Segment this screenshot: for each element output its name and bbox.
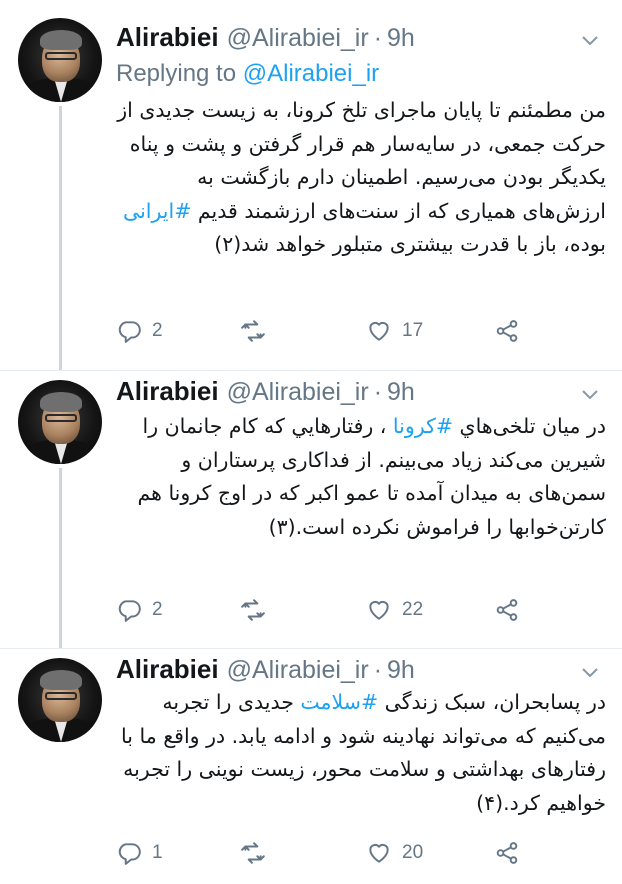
tweet-text-part: در میان تلخی‌هاي bbox=[453, 414, 606, 438]
avatar[interactable] bbox=[18, 18, 102, 102]
chevron-down-icon[interactable] bbox=[582, 36, 598, 46]
chevron-down-icon[interactable] bbox=[582, 390, 598, 400]
tweet[interactable]: Alirabiei @Alirabiei_ir · 9h در پسابحران… bbox=[0, 648, 622, 884]
thread-line bbox=[59, 106, 62, 370]
reply-button[interactable]: 1 bbox=[116, 838, 163, 868]
like-button[interactable]: 20 bbox=[366, 838, 423, 868]
like-button[interactable]: 17 bbox=[366, 316, 423, 346]
tweet-header: Alirabiei @Alirabiei_ir · 9h bbox=[116, 654, 415, 690]
share-button[interactable] bbox=[494, 316, 520, 346]
tweet-header: Alirabiei @Alirabiei_ir · 9h bbox=[116, 376, 415, 412]
share-icon bbox=[496, 599, 518, 621]
chevron-down-icon[interactable] bbox=[582, 668, 598, 678]
replying-to: Replying to @Alirabiei_ir bbox=[116, 60, 379, 88]
reply-icon bbox=[118, 600, 141, 622]
separator: · bbox=[373, 378, 383, 406]
replying-prefix: Replying to bbox=[116, 60, 243, 87]
tweet-text-part: من مطمئنم تا پایان ماجرای تلخ کرونا، به … bbox=[117, 98, 606, 223]
tweet-text: من مطمئنم تا پایان ماجرای تلخ کرونا، به … bbox=[112, 94, 606, 262]
like-count: 22 bbox=[402, 599, 424, 620]
avatar[interactable] bbox=[18, 380, 102, 464]
retweet-icon bbox=[241, 842, 265, 864]
timestamp[interactable]: 9h bbox=[387, 656, 415, 685]
tweet-thread: Alirabiei @Alirabiei_ir · 9h Replying to… bbox=[0, 0, 622, 884]
like-icon bbox=[369, 843, 389, 863]
author-handle[interactable]: @Alirabiei_ir bbox=[227, 378, 369, 407]
author-name[interactable]: Alirabiei bbox=[116, 654, 219, 685]
share-button[interactable] bbox=[494, 595, 520, 625]
reply-icon bbox=[118, 843, 141, 865]
timestamp[interactable]: 9h bbox=[387, 24, 415, 53]
author-name[interactable]: Alirabiei bbox=[116, 376, 219, 407]
tweet-header: Alirabiei @Alirabiei_ir · 9h bbox=[116, 22, 415, 58]
share-icon bbox=[496, 842, 518, 864]
author-handle[interactable]: @Alirabiei_ir bbox=[227, 656, 369, 685]
separator: · bbox=[373, 656, 383, 684]
reply-count: 1 bbox=[152, 842, 163, 863]
hashtag-link[interactable]: #کرونا bbox=[393, 414, 453, 438]
share-icon bbox=[496, 320, 518, 342]
tweet[interactable]: Alirabiei @Alirabiei_ir · 9h در میان تلخ… bbox=[0, 370, 622, 648]
tweet-text: در میان تلخی‌هاي #کرونا ، رفتارهایي که ک… bbox=[112, 410, 606, 544]
share-button[interactable] bbox=[494, 838, 520, 868]
thread-line bbox=[59, 468, 62, 648]
hashtag-link[interactable]: #ایرانی bbox=[123, 199, 191, 223]
retweet-icon bbox=[241, 599, 265, 621]
tweet-actions: 2 22 bbox=[116, 595, 536, 625]
reply-icon bbox=[118, 321, 141, 343]
hashtag-link[interactable]: #سلامت bbox=[300, 690, 378, 714]
tweet-actions: 2 17 bbox=[116, 316, 536, 346]
author-name[interactable]: Alirabiei bbox=[116, 22, 219, 53]
like-count: 20 bbox=[402, 842, 424, 863]
retweet-button[interactable] bbox=[240, 316, 276, 346]
separator: · bbox=[373, 24, 383, 52]
reply-button[interactable]: 2 bbox=[116, 316, 163, 346]
like-count: 17 bbox=[402, 320, 424, 341]
reply-button[interactable]: 2 bbox=[116, 595, 163, 625]
tweet-text-part: در پسابحران، سبک زندگی bbox=[378, 690, 606, 714]
tweet-text-part: بوده، باز با قدرت بیشتری متبلور خواهد شد… bbox=[214, 232, 606, 256]
author-handle[interactable]: @Alirabiei_ir bbox=[227, 24, 369, 53]
retweet-button[interactable] bbox=[240, 838, 276, 868]
tweet[interactable]: Alirabiei @Alirabiei_ir · 9h Replying to… bbox=[0, 0, 622, 370]
like-button[interactable]: 22 bbox=[366, 595, 423, 625]
like-icon bbox=[369, 600, 389, 620]
timestamp[interactable]: 9h bbox=[387, 378, 415, 407]
like-icon bbox=[369, 321, 389, 341]
avatar[interactable] bbox=[18, 658, 102, 742]
reply-count: 2 bbox=[152, 320, 163, 341]
tweet-text: در پسابحران، سبک زندگی #سلامت جدیدی را ت… bbox=[112, 686, 606, 820]
tweet-actions: 1 20 bbox=[116, 838, 536, 868]
replying-link[interactable]: @Alirabiei_ir bbox=[243, 60, 379, 87]
retweet-button[interactable] bbox=[240, 595, 276, 625]
retweet-icon bbox=[241, 320, 265, 342]
reply-count: 2 bbox=[152, 599, 163, 620]
